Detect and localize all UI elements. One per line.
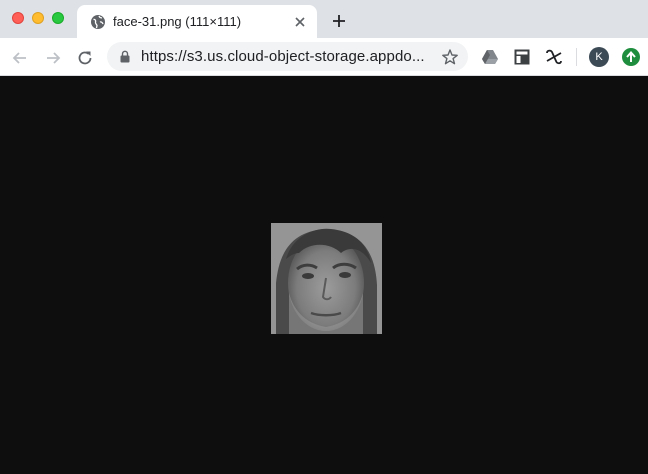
window-minimize-button[interactable] — [32, 12, 44, 24]
toolbar-divider — [576, 48, 577, 66]
tab-strip: face-31.png (111×111) — [0, 0, 648, 38]
image-viewer — [0, 76, 648, 474]
address-bar[interactable]: https://s3.us.cloud-object-storage.appdo… — [107, 42, 468, 71]
google-drive-icon[interactable] — [481, 48, 499, 66]
arrow-up-icon — [626, 50, 636, 62]
arrow-left-icon[interactable] — [11, 49, 29, 67]
tab-title: face-31.png (111×111) — [113, 14, 242, 29]
lock-icon[interactable] — [119, 50, 131, 63]
link-extension-icon[interactable] — [545, 48, 563, 66]
toolbar: https://s3.us.cloud-object-storage.appdo… — [0, 38, 648, 76]
face-photo[interactable] — [271, 223, 382, 334]
reload-icon[interactable] — [76, 49, 94, 67]
globe-icon — [91, 15, 105, 29]
close-icon[interactable] — [293, 15, 307, 29]
profile-avatar[interactable]: K — [589, 47, 609, 67]
update-button[interactable] — [622, 48, 640, 66]
window-close-button[interactable] — [12, 12, 24, 24]
window-maximize-button[interactable] — [52, 12, 64, 24]
browser-chrome: face-31.png (111×111) https://s3.us.clou… — [0, 0, 648, 76]
star-icon[interactable] — [441, 48, 459, 66]
dashboard-layout-icon[interactable] — [513, 48, 531, 66]
new-tab-plus-icon[interactable] — [331, 13, 347, 29]
tab-active[interactable]: face-31.png (111×111) — [77, 5, 317, 38]
url-text[interactable]: https://s3.us.cloud-object-storage.appdo… — [141, 48, 425, 65]
arrow-right-icon[interactable] — [44, 49, 62, 67]
